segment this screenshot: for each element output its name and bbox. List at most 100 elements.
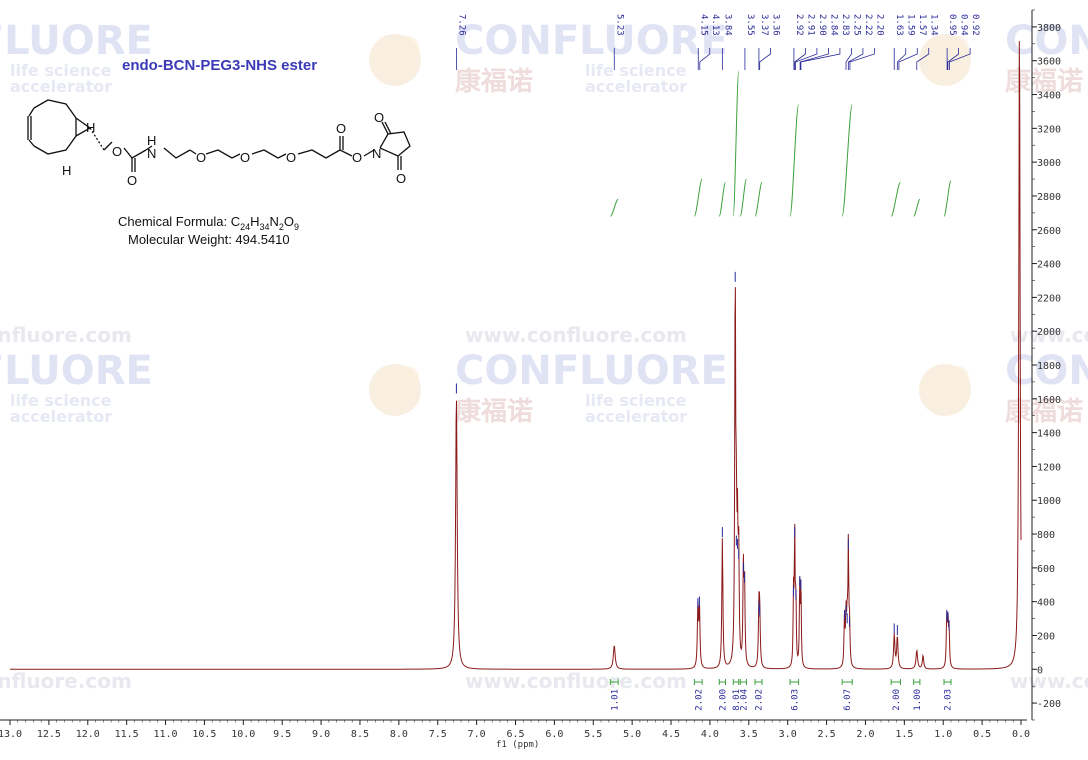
peak-label: 2.84 xyxy=(828,14,838,36)
x-tick-label: 0.5 xyxy=(973,729,991,740)
x-tick-label: 12.0 xyxy=(76,729,100,740)
atom-label: O xyxy=(286,150,296,165)
integral-curve xyxy=(693,178,703,217)
integral-value: 2.04 xyxy=(739,689,749,711)
peak-label-leader xyxy=(898,48,918,70)
y-tick-label: 2200 xyxy=(1037,293,1061,304)
integral-value: 6.07 xyxy=(843,689,853,711)
integral-value: 1.01 xyxy=(610,689,620,711)
x-tick-label: 3.0 xyxy=(779,729,797,740)
watermark-brand: CONFLUORE xyxy=(455,18,728,64)
structure-atoms: H H O O H N O O O O O N O O xyxy=(62,110,406,188)
atom-label: O xyxy=(240,150,250,165)
integral-value: 2.00 xyxy=(718,689,728,711)
atom-label: N xyxy=(147,146,156,161)
x-tick-label: 10.0 xyxy=(231,729,255,740)
x-tick-label: 9.0 xyxy=(312,729,330,740)
formula-prefix: Chemical Formula: xyxy=(118,214,231,229)
x-tick-label: 8.5 xyxy=(351,729,369,740)
watermark-tagline: accelerator xyxy=(585,77,687,96)
y-tick-label: 3600 xyxy=(1037,57,1061,68)
watermark-layer: CONFLUORE康福诺life scienceacceleratorCONFL… xyxy=(0,18,1088,693)
formula-subscript: 9 xyxy=(294,222,299,232)
x-tick-label: 7.5 xyxy=(429,729,447,740)
chemical-formula: Chemical Formula: C24H34N2O9 xyxy=(118,214,299,232)
integral-curve xyxy=(789,104,800,217)
integral-curve xyxy=(841,104,853,217)
integral-curve xyxy=(754,181,763,217)
atom-label: O xyxy=(374,110,384,125)
watermark-block: CONFLUORE康福诺life scienceaccelerator xyxy=(919,18,1088,97)
peak-label: 2.91 xyxy=(805,14,815,36)
integral-curve xyxy=(609,198,619,217)
y-tick-label: 1600 xyxy=(1037,395,1061,406)
x-tick-label: 2.5 xyxy=(818,729,836,740)
peak-label: 5.23 xyxy=(614,14,624,36)
peak-label-leader xyxy=(759,48,771,70)
watermark-block: CONFLUORE康福诺life scienceaccelerator xyxy=(0,348,153,426)
peak-label: 0.95 xyxy=(947,14,957,36)
x-tick-label: 5.0 xyxy=(623,729,641,740)
peak-label: 0.94 xyxy=(959,14,969,36)
x-tick-label: 11.0 xyxy=(153,729,177,740)
integral-value: 2.03 xyxy=(944,689,954,711)
molecular-weight: Molecular Weight: 494.5410 xyxy=(128,232,290,247)
x-tick-label: 8.0 xyxy=(390,729,408,740)
peak-label: 3.55 xyxy=(745,14,755,36)
peak-label: 3.84 xyxy=(722,14,732,36)
watermark-block: CONFLUORE康福诺life scienceaccelerator xyxy=(369,18,728,97)
watermark-url: www.confluore.com xyxy=(0,323,132,347)
integral-curve xyxy=(718,181,726,217)
y-tick-label: 2000 xyxy=(1037,327,1061,338)
y-tick-label: 1200 xyxy=(1037,462,1061,473)
watermark-cjk: 康福诺 xyxy=(455,396,533,427)
atom-label: O xyxy=(196,150,206,165)
watermark-brand: CONFLUORE xyxy=(455,348,728,394)
y-tick-label: 2600 xyxy=(1037,226,1061,237)
watermark-logo-icon xyxy=(945,36,969,60)
y-tick-label: 1000 xyxy=(1037,496,1061,507)
peak-label: 1.57 xyxy=(917,14,927,36)
x-tick-label: 9.5 xyxy=(273,729,291,740)
atom-label: O xyxy=(352,150,362,165)
y-tick-label: 3000 xyxy=(1037,158,1061,169)
watermark-url: www.confluore.com xyxy=(1010,669,1088,693)
y-tick-label: 3200 xyxy=(1037,124,1061,135)
y-tick-label: 0 xyxy=(1037,665,1043,676)
formula-element: H xyxy=(250,214,259,229)
watermark-logo-icon xyxy=(395,366,419,390)
atom-label: O xyxy=(396,171,406,186)
atom-label: H xyxy=(62,163,71,178)
peak-label: 2.92 xyxy=(794,14,804,36)
integral-curve xyxy=(739,178,747,217)
watermark-tagline: accelerator xyxy=(585,407,687,426)
watermark-tagline: accelerator xyxy=(10,407,112,426)
formula-subscript: 24 xyxy=(240,222,250,232)
peak-label: 0.92 xyxy=(970,14,980,36)
atom-label: N xyxy=(372,146,381,161)
peak-label-leader xyxy=(800,48,841,70)
watermark-logo-icon xyxy=(945,366,969,390)
atom-label: O xyxy=(127,173,137,188)
x-tick-label: 12.5 xyxy=(37,729,61,740)
x-tick-label: 1.0 xyxy=(934,729,952,740)
integral-value: 2.00 xyxy=(892,689,902,711)
integral-curve xyxy=(943,180,952,217)
watermark-block: CONFLUORE康福诺life scienceaccelerator xyxy=(369,348,728,427)
peak-label: 1.59 xyxy=(906,14,916,36)
peak-label: 4.15 xyxy=(698,14,708,36)
x-axis-title: f1 (ppm) xyxy=(496,740,539,750)
watermark-block: CONFLUORE康福诺life scienceaccelerator xyxy=(919,348,1088,427)
y-tick-label: -200 xyxy=(1037,699,1061,710)
integral-curve xyxy=(732,70,740,217)
peak-label: 3.37 xyxy=(759,14,769,36)
y-tick-label: 3400 xyxy=(1037,91,1061,102)
x-tick-label: 6.5 xyxy=(506,729,524,740)
x-tick-label: 2.0 xyxy=(856,729,874,740)
x-tick-label: 5.5 xyxy=(584,729,602,740)
peak-label: 2.25 xyxy=(851,14,861,36)
formula-subscript: 34 xyxy=(260,222,270,232)
watermark-logo-icon xyxy=(395,36,419,60)
peak-label-leader xyxy=(847,48,864,70)
x-tick-label: 0.0 xyxy=(1012,729,1030,740)
